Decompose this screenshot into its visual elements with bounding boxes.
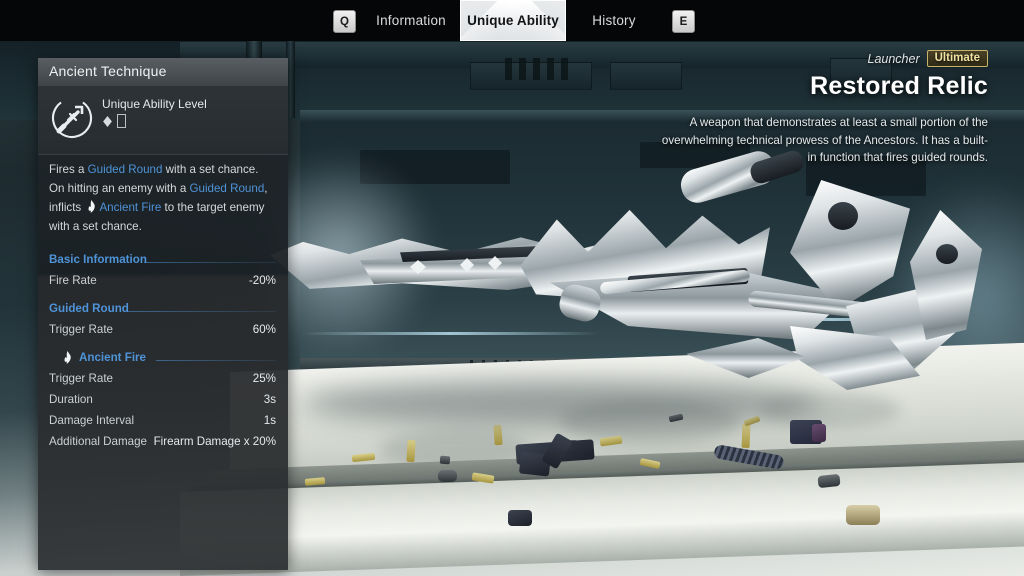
scene-vent	[533, 58, 540, 80]
weapon-model	[250, 147, 982, 400]
next-tab-key[interactable]: E	[672, 10, 695, 33]
stat-key: Fire Rate	[49, 274, 97, 287]
section-label: Ancient Fire	[79, 351, 146, 364]
stat-key: Trigger Rate	[49, 372, 114, 385]
section-label: Basic Information	[49, 253, 147, 266]
stat-value: 25%	[252, 372, 276, 385]
game-screen: Q Information Unique Ability History E A…	[0, 0, 1024, 576]
top-nav-bar: Q Information Unique Ability History E	[0, 0, 1024, 41]
weapon-type: Launcher	[867, 51, 920, 66]
stat-row: Damage Interval 1s	[38, 412, 288, 433]
tab-information[interactable]: Information	[362, 0, 460, 41]
section-label-wrap: Ancient Fire	[60, 351, 152, 364]
stat-value: Firearm Damage x 20%	[153, 435, 276, 448]
rocket-arrow-icon	[48, 94, 96, 142]
ability-level-value	[102, 114, 126, 128]
stat-row: Fire Rate -20%	[38, 272, 288, 293]
prev-tab-key[interactable]: Q	[333, 10, 356, 33]
ability-stats: Basic Information Fire Rate -20% Guided …	[38, 244, 288, 454]
term-ancient-fire: Ancient Fire	[99, 201, 162, 214]
ability-description: Fires a Guided Round with a set chance. …	[49, 163, 268, 233]
stat-row: Duration 3s	[38, 391, 288, 412]
weapon-info: Launcher Ultimate Restored Relic A weapo…	[658, 50, 988, 167]
stat-value: 3s	[263, 393, 276, 406]
weapon-type-line: Launcher Ultimate	[658, 50, 988, 67]
scene-plate-a	[470, 62, 592, 90]
panel-title: Ancient Technique	[49, 63, 167, 79]
term-guided-round: Guided Round	[87, 163, 163, 176]
stat-section-header: Guided Round	[38, 302, 288, 321]
ability-level-label: Unique Ability Level	[102, 97, 207, 111]
scene-vent	[547, 58, 554, 80]
unique-ability-panel: Ancient Technique Unique Ability Level F…	[38, 58, 288, 570]
term-guided-round: Guided Round	[189, 182, 265, 195]
diamond-icon	[103, 115, 112, 127]
stat-value: -20%	[248, 274, 276, 287]
tab-nav: Q Information Unique Ability History E	[0, 0, 1024, 41]
section-label: Guided Round	[49, 302, 129, 315]
panel-header: Ancient Technique	[38, 58, 288, 87]
stat-section-header: Basic Information	[38, 253, 288, 272]
stat-row: Trigger Rate 60%	[38, 321, 288, 342]
scene-vent	[519, 58, 526, 80]
rarity-badge: Ultimate	[926, 50, 988, 67]
weapon-name: Restored Relic	[810, 72, 988, 100]
stat-row: Additional Damage Firearm Damage x 20%	[38, 433, 288, 454]
tab-history[interactable]: History	[576, 0, 652, 41]
scene-vent	[505, 58, 512, 80]
placeholder-glyph-icon	[117, 114, 126, 128]
weapon-description: A weapon that demonstrates at least a sm…	[661, 116, 988, 164]
stat-row: Trigger Rate 25%	[38, 370, 288, 391]
ability-level-block: Unique Ability Level	[38, 86, 288, 155]
flame-icon	[62, 351, 73, 364]
tab-unique-ability[interactable]: Unique Ability	[460, 0, 566, 41]
stat-value: 1s	[263, 414, 276, 427]
stat-key: Additional Damage	[49, 435, 147, 448]
stat-section-header: Ancient Fire	[38, 351, 288, 370]
scene-vent	[561, 58, 568, 80]
stat-key: Duration	[49, 393, 93, 406]
stat-value: 60%	[252, 323, 276, 336]
stat-key: Damage Interval	[49, 414, 135, 427]
stat-key: Trigger Rate	[49, 323, 114, 336]
flame-icon	[86, 200, 97, 213]
